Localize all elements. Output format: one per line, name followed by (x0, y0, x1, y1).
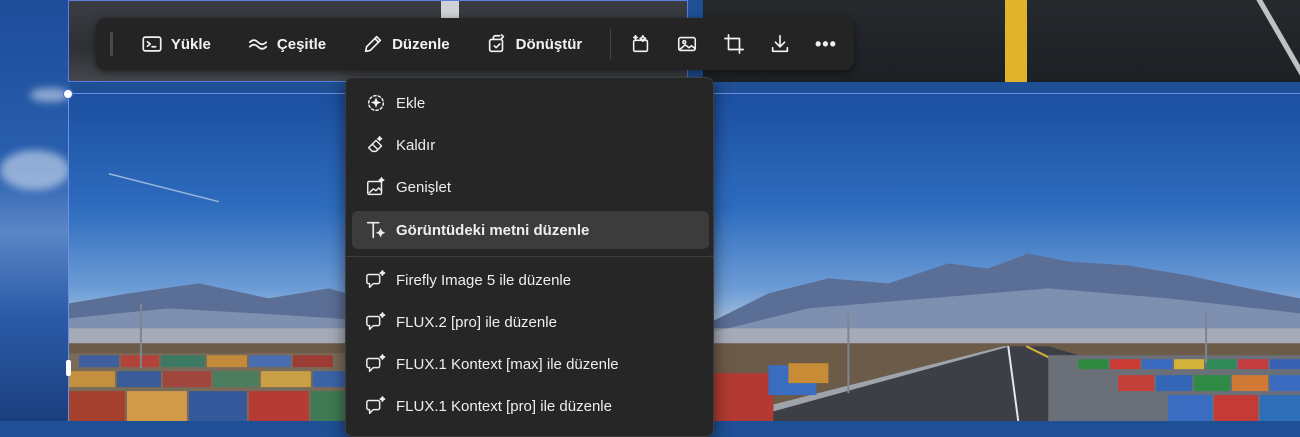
crop-button[interactable] (716, 26, 752, 62)
ai-chat-edit-icon (366, 396, 386, 415)
upload-label: Yükle (170, 35, 211, 53)
generative-fill-button[interactable] (623, 26, 659, 62)
crop-icon (723, 34, 744, 54)
menu-item-label: Ekle (396, 94, 426, 112)
menu-item-label: Firefly Image 5 ile düzenle (396, 271, 572, 289)
menu-item-remove[interactable]: Kaldır (352, 126, 709, 164)
edit-button[interactable]: Düzenle (356, 26, 456, 62)
expand-image-icon (367, 177, 385, 196)
ai-chat-edit-icon (366, 312, 386, 331)
upload-terminal-icon (142, 36, 162, 52)
selection-handle[interactable] (63, 89, 73, 99)
edit-dropdown-menu: Ekle Kaldır Genişlet Görüntüdeki metni d… (345, 77, 714, 437)
remove-eraser-icon (367, 136, 383, 153)
more-options-icon: ••• (814, 33, 837, 54)
selection-side-handle[interactable] (66, 360, 71, 376)
toolbar-drag-handle[interactable] (110, 32, 113, 56)
transform-button[interactable]: Dönüştür (480, 26, 589, 62)
menu-item-edit-text[interactable]: Görüntüdeki metni düzenle (352, 211, 709, 249)
menu-item-firefly-image-5[interactable]: Firefly Image 5 ile düzenle (352, 261, 709, 299)
menu-item-add[interactable]: Ekle (352, 84, 709, 122)
download-icon (771, 34, 788, 53)
ai-chat-edit-icon (366, 270, 386, 289)
image-button[interactable] (669, 26, 705, 62)
variations-label: Çeşitle (276, 35, 327, 53)
variations-button[interactable]: Çeşitle (241, 26, 332, 62)
menu-item-flux2-pro[interactable]: FLUX.2 [pro] ile düzenle (352, 303, 709, 341)
cloud (0, 150, 70, 190)
edit-text-icon (366, 221, 386, 239)
menu-item-flux1-kontext-max[interactable]: FLUX.1 Kontext [max] ile düzenle (352, 345, 709, 383)
road-white-line (1256, 0, 1300, 82)
edit-label: Düzenle (392, 35, 450, 53)
canvas-background (0, 0, 70, 421)
toolbar-divider (610, 28, 612, 60)
transform-icon (488, 34, 504, 53)
download-button[interactable] (762, 26, 798, 62)
variations-wave-icon (248, 39, 267, 50)
image-icon (678, 36, 697, 52)
image-toolbar: Yükle Çeşitle Düzenle Dönüştür ••• (96, 18, 854, 70)
menu-item-label: Genişlet (396, 178, 452, 196)
menu-item-label: Görüntüdeki metni düzenle (396, 221, 590, 239)
menu-divider (346, 256, 713, 257)
transform-label: Dönüştür (515, 35, 583, 53)
menu-item-label: FLUX.1 Kontext [max] ile düzenle (396, 355, 619, 373)
more-options-button[interactable]: ••• (808, 26, 844, 62)
ai-chat-edit-icon (366, 354, 386, 373)
menu-item-label: FLUX.2 [pro] ile düzenle (396, 313, 557, 331)
add-object-icon (367, 94, 385, 112)
upload-button[interactable]: Yükle (135, 26, 217, 62)
road-yellow-line (1005, 0, 1027, 82)
menu-item-flux1-kontext-pro[interactable]: FLUX.1 Kontext [pro] ile düzenle (352, 387, 709, 425)
menu-item-expand[interactable]: Genişlet (352, 168, 709, 206)
menu-item-label: Kaldır (396, 136, 436, 154)
menu-item-label: FLUX.1 Kontext [pro] ile düzenle (396, 397, 612, 415)
pencil-icon (364, 35, 382, 53)
generative-fill-icon (633, 34, 649, 53)
